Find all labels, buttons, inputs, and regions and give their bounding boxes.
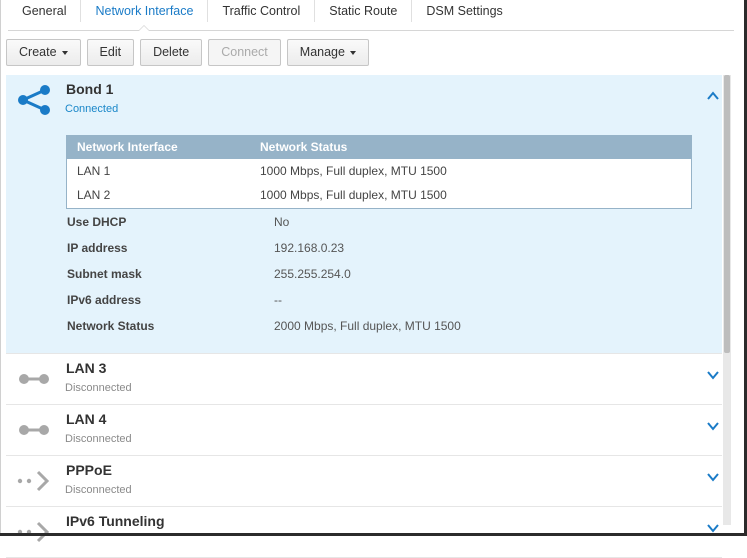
interface-item-bond-1[interactable]: Bond 1 Connected Network Interface Netwo… bbox=[6, 75, 722, 354]
edit-button[interactable]: Edit bbox=[86, 39, 135, 66]
interface-item-lan-3[interactable]: LAN 3 Disconnected bbox=[6, 354, 722, 405]
interface-status: Disconnected bbox=[65, 484, 132, 496]
window-left-border bbox=[0, 0, 1, 536]
cell-status: 1000 Mbps, Full duplex, MTU 1500 bbox=[260, 164, 447, 178]
column-header-status: Network Status bbox=[260, 140, 348, 154]
interface-title: Bond 1 bbox=[66, 81, 114, 97]
property-row: IPv6 address -- bbox=[67, 293, 667, 319]
cell-interface: LAN 2 bbox=[77, 188, 111, 202]
interface-list: Bond 1 Connected Network Interface Netwo… bbox=[6, 75, 722, 558]
property-value: 2000 Mbps, Full duplex, MTU 1500 bbox=[274, 319, 461, 333]
tab-static-route[interactable]: Static Route bbox=[314, 0, 411, 22]
create-button[interactable]: Create bbox=[6, 39, 81, 66]
interface-status: Disconnected bbox=[65, 382, 132, 394]
property-row: Subnet mask 255.255.254.0 bbox=[67, 267, 667, 293]
property-label: Network Status bbox=[67, 319, 155, 333]
property-value: No bbox=[274, 215, 290, 229]
interface-properties: Use DHCP No IP address 192.168.0.23 Subnet… bbox=[67, 215, 667, 345]
interface-item-lan-4[interactable]: LAN 4 Disconnected bbox=[6, 405, 722, 456]
create-label: Create bbox=[19, 45, 57, 59]
property-value: 255.255.254.0 bbox=[274, 267, 351, 281]
cell-interface: LAN 1 bbox=[77, 164, 111, 178]
member-interface-table: Network Interface Network Status LAN 1 1… bbox=[66, 135, 692, 209]
interface-title: IPv6 Tunneling bbox=[66, 513, 165, 529]
property-value: -- bbox=[274, 293, 282, 307]
connect-button[interactable]: Connect bbox=[208, 39, 281, 66]
cell-status: 1000 Mbps, Full duplex, MTU 1500 bbox=[260, 188, 447, 202]
manage-label: Manage bbox=[299, 45, 345, 59]
ethernet-icon bbox=[19, 425, 49, 435]
chevron-up-icon[interactable] bbox=[706, 89, 720, 103]
property-row: Network Status 2000 Mbps, Full duplex, MT… bbox=[67, 319, 667, 345]
interface-status: Disconnected bbox=[65, 433, 132, 445]
tab-dsm-settings[interactable]: DSM Settings bbox=[411, 0, 516, 22]
tab-divider bbox=[8, 30, 734, 31]
tab-bar: General Network Interface Traffic Contro… bbox=[8, 0, 517, 31]
tab-general[interactable]: General bbox=[8, 0, 80, 22]
manage-button[interactable]: Manage bbox=[286, 39, 369, 66]
tunnel-arrow-icon bbox=[17, 521, 50, 543]
tab-network-interface[interactable]: Network Interface bbox=[80, 0, 207, 31]
interface-item-pppoe[interactable]: PPPoE Disconnected bbox=[6, 456, 722, 507]
chevron-down-icon[interactable] bbox=[706, 419, 720, 433]
table-header: Network Interface Network Status bbox=[67, 136, 691, 159]
tab-traffic-control[interactable]: Traffic Control bbox=[207, 0, 314, 22]
toolbar: Create Edit Delete Connect Manage bbox=[6, 39, 369, 66]
property-label: IPv6 address bbox=[67, 293, 142, 307]
dropdown-caret-icon bbox=[61, 50, 68, 55]
interface-title: PPPoE bbox=[66, 462, 112, 478]
share-network-icon bbox=[18, 85, 50, 115]
property-label: Subnet mask bbox=[67, 267, 142, 281]
dropdown-caret-icon bbox=[349, 50, 356, 55]
interface-title: LAN 4 bbox=[66, 411, 107, 427]
table-row: LAN 1 1000 Mbps, Full duplex, MTU 1500 bbox=[67, 159, 691, 183]
pppoe-arrow-icon bbox=[17, 470, 50, 492]
chevron-down-icon[interactable] bbox=[706, 470, 720, 484]
property-value: 192.168.0.23 bbox=[274, 241, 345, 255]
interface-title: LAN 3 bbox=[66, 360, 107, 376]
property-label: IP address bbox=[67, 241, 128, 255]
property-row: Use DHCP No bbox=[67, 215, 667, 241]
column-header-interface: Network Interface bbox=[77, 140, 178, 154]
table-row: LAN 2 1000 Mbps, Full duplex, MTU 1500 bbox=[67, 183, 691, 207]
scrollbar-thumb[interactable] bbox=[724, 75, 730, 353]
interface-status: Connected bbox=[65, 103, 119, 115]
scrollbar[interactable] bbox=[723, 75, 731, 525]
delete-button[interactable]: Delete bbox=[140, 39, 203, 66]
property-label: Use DHCP bbox=[67, 215, 127, 229]
property-row: IP address 192.168.0.23 bbox=[67, 241, 667, 267]
ethernet-icon bbox=[19, 374, 49, 384]
chevron-down-icon[interactable] bbox=[706, 368, 720, 382]
